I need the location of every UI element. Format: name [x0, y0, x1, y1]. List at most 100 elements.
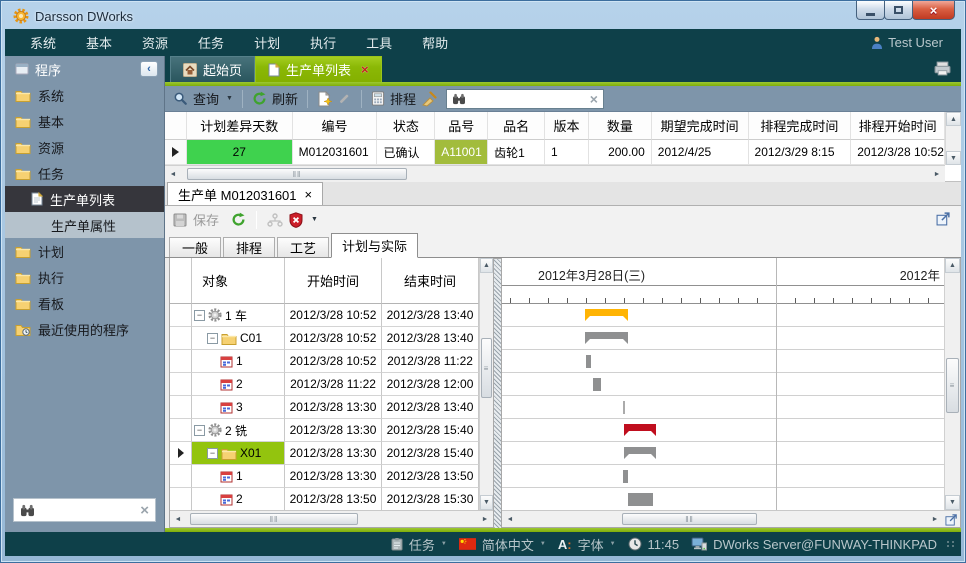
- grid-cell-3[interactable]: A11001: [435, 140, 488, 165]
- menu-item-1[interactable]: 基本: [71, 33, 127, 52]
- new-document-icon[interactable]: [317, 91, 332, 107]
- sidebar-item-4[interactable]: 生产单列表: [5, 186, 164, 212]
- gantt-bar-summary[interactable]: [624, 424, 656, 436]
- language-dropdown-icon[interactable]: ▼: [540, 541, 546, 547]
- subtab-1[interactable]: 排程: [223, 237, 275, 258]
- grid-cell-5[interactable]: 1: [545, 140, 589, 165]
- tree-row-5[interactable]: −2 铣2012/3/28 13:302012/3/28 15:40: [170, 419, 479, 442]
- detail-refresh-icon[interactable]: [231, 212, 246, 227]
- sidebar-item-2[interactable]: 资源: [5, 134, 164, 160]
- gantt-row-7[interactable]: [502, 465, 944, 488]
- query-button[interactable]: 查询: [193, 89, 219, 108]
- menu-item-7[interactable]: 帮助: [407, 33, 463, 52]
- collapse-toggle-icon[interactable]: −: [207, 448, 218, 459]
- tree-column-header-2[interactable]: 结束时间: [382, 258, 479, 304]
- gantt-bar-task[interactable]: [586, 355, 591, 368]
- grid-column-header-7[interactable]: 期望完成时间: [652, 112, 749, 140]
- status-language-button[interactable]: 简体中文: [482, 535, 534, 554]
- broom-icon[interactable]: [421, 91, 437, 107]
- save-button[interactable]: 保存: [193, 210, 219, 229]
- scroll-down-icon[interactable]: ▼: [946, 151, 961, 165]
- sidebar-item-8[interactable]: 看板: [5, 290, 164, 316]
- resize-grip[interactable]: [947, 541, 955, 547]
- grid-hscroll-thumb[interactable]: ‖‖: [187, 168, 407, 180]
- gantt-row-2[interactable]: [502, 350, 944, 373]
- sidebar-item-6[interactable]: 计划: [5, 238, 164, 264]
- shield-dropdown-icon[interactable]: ▼: [311, 216, 318, 223]
- schedule-button[interactable]: 排程: [390, 89, 416, 108]
- gantt-bar-summary[interactable]: [585, 309, 628, 321]
- grid-vertical-scrollbar[interactable]: ▲ ▼: [945, 112, 961, 165]
- grid-column-header-1[interactable]: 编号: [293, 112, 378, 140]
- grid-data-row[interactable]: 27M012031601已确认A11001齿轮11200.002012/4/25…: [165, 140, 945, 165]
- grid-column-header-6[interactable]: 数量: [589, 112, 652, 140]
- detail-doc-tab[interactable]: 生产单 M012031601 ×: [167, 182, 323, 205]
- tab-home[interactable]: 起始页: [170, 56, 255, 82]
- tree-column-header-1[interactable]: 开始时间: [285, 258, 382, 304]
- tree-row-0[interactable]: −1 车2012/3/28 10:522012/3/28 13:40: [170, 304, 479, 327]
- refresh-button[interactable]: 刷新: [272, 89, 298, 108]
- grid-column-header-5[interactable]: 版本: [545, 112, 589, 140]
- grid-cell-8[interactable]: 2012/3/29 8:15: [749, 140, 852, 165]
- tree-object-cell[interactable]: −1 车: [192, 304, 285, 327]
- popout-icon[interactable]: [936, 211, 951, 226]
- menu-item-2[interactable]: 资源: [127, 33, 183, 52]
- sidebar-item-0[interactable]: 系统: [5, 82, 164, 108]
- tree-object-cell[interactable]: −C01: [192, 327, 285, 350]
- maximize-button[interactable]: [884, 1, 913, 20]
- menu-item-6[interactable]: 工具: [351, 33, 407, 52]
- sidebar-item-3[interactable]: 任务: [5, 160, 164, 186]
- gantt-bar-task[interactable]: [623, 470, 628, 483]
- grid-cell-0[interactable]: 27: [187, 140, 293, 165]
- sidebar-item-9[interactable]: 最近使用的程序: [5, 316, 164, 342]
- gantt-row-8[interactable]: [502, 488, 944, 510]
- subtab-2[interactable]: 工艺: [277, 237, 329, 258]
- tree-object-cell[interactable]: 2: [192, 488, 285, 511]
- menu-item-0[interactable]: 系统: [15, 33, 71, 52]
- query-dropdown-icon[interactable]: ▼: [226, 95, 233, 102]
- grid-column-header-3[interactable]: 品号: [435, 112, 488, 140]
- edit-pencil-icon[interactable]: [337, 91, 352, 106]
- gantt-vscroll-thumb[interactable]: ≡: [946, 358, 959, 413]
- gantt-horizontal-scrollbar[interactable]: ◄ ‖‖ ►: [502, 510, 943, 527]
- tree-row-7[interactable]: 12012/3/28 13:302012/3/28 13:50: [170, 465, 479, 488]
- tree-hscroll-thumb[interactable]: ‖‖: [190, 513, 358, 525]
- splitter-handle[interactable]: [494, 258, 501, 528]
- user-area[interactable]: Test User: [871, 35, 951, 50]
- menu-item-3[interactable]: 任务: [183, 33, 239, 52]
- font-dropdown-icon[interactable]: ▼: [610, 541, 616, 547]
- grid-cell-1[interactable]: M012031601: [293, 140, 378, 165]
- tree-column-header-0[interactable]: 对象: [192, 258, 285, 304]
- toolbar-search-clear-icon[interactable]: ×: [590, 91, 598, 107]
- collapse-toggle-icon[interactable]: −: [194, 310, 205, 321]
- scroll-up-icon[interactable]: ▲: [480, 258, 493, 273]
- gantt-row-1[interactable]: [502, 327, 944, 350]
- grid-column-header-4[interactable]: 品名: [488, 112, 545, 140]
- close-button[interactable]: ×: [912, 1, 955, 20]
- grid-cell-6[interactable]: 200.00: [589, 140, 652, 165]
- scroll-left-icon[interactable]: ◄: [502, 511, 518, 527]
- tree-object-cell[interactable]: 1: [192, 465, 285, 488]
- gantt-bar-task[interactable]: [623, 401, 625, 414]
- tree-object-cell[interactable]: −X01: [192, 442, 285, 465]
- gantt-row-3[interactable]: [502, 373, 944, 396]
- tab-production-order-list[interactable]: 生产单列表 ×: [255, 56, 382, 82]
- tree-row-6[interactable]: −X012012/3/28 13:302012/3/28 15:40: [170, 442, 479, 465]
- grid-column-header-9[interactable]: 排程开始时间: [851, 112, 945, 140]
- subtab-0[interactable]: 一般: [169, 237, 221, 258]
- grid-horizontal-scrollbar[interactable]: ◄ ‖‖ ►: [165, 165, 945, 182]
- grid-column-header-0[interactable]: 计划差异天数: [187, 112, 293, 140]
- tree-row-1[interactable]: −C012012/3/28 10:522012/3/28 13:40: [170, 327, 479, 350]
- gantt-row-5[interactable]: [502, 419, 944, 442]
- grid-cell-4[interactable]: 齿轮1: [488, 140, 545, 165]
- scroll-right-icon[interactable]: ►: [477, 511, 493, 527]
- gantt-row-6[interactable]: [502, 442, 944, 465]
- gantt-bar-summary[interactable]: [585, 332, 628, 344]
- subtab-3[interactable]: 计划与实际: [331, 233, 418, 258]
- gantt-bar-task[interactable]: [593, 378, 601, 391]
- status-task-button[interactable]: 任务: [409, 535, 435, 554]
- detail-tab-close-icon[interactable]: ×: [305, 187, 313, 202]
- grid-column-header-2[interactable]: 状态: [377, 112, 435, 140]
- scroll-down-icon[interactable]: ▼: [480, 495, 493, 510]
- scroll-down-icon[interactable]: ▼: [945, 495, 960, 510]
